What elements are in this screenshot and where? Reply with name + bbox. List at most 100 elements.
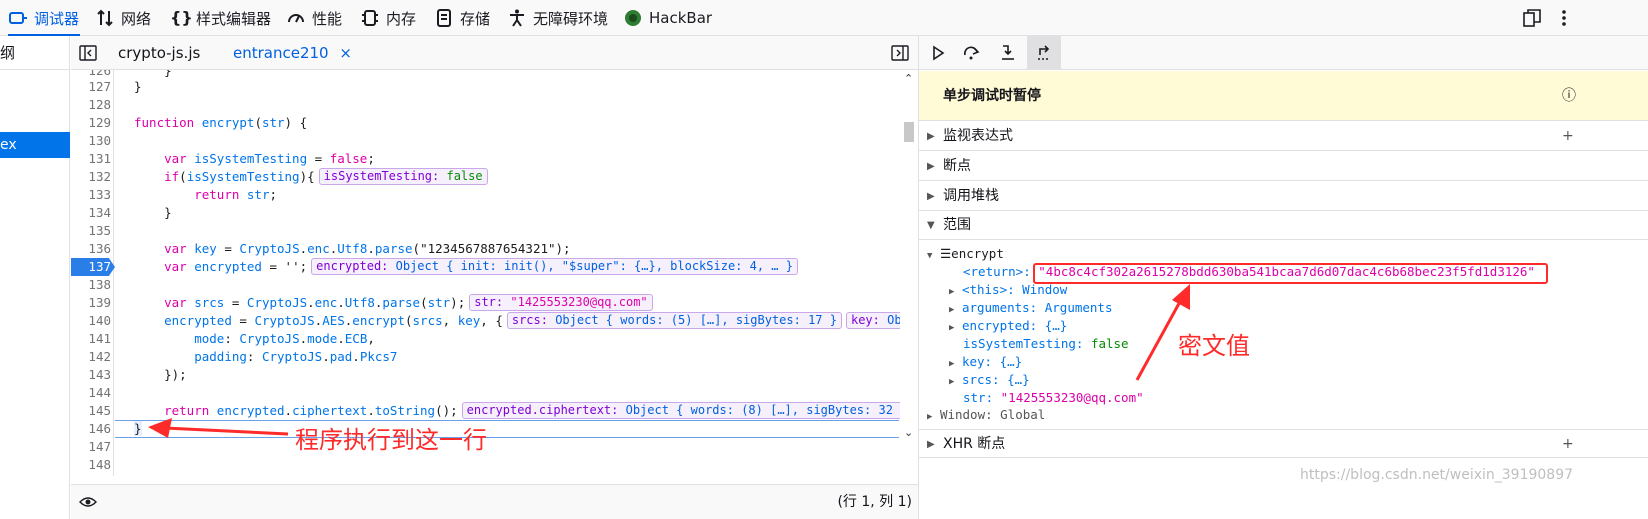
scope-item-key[interactable]: ▶ key: {…} [949,353,1022,373]
toggle-sources-icon[interactable] [79,44,97,66]
line-number: 142 [88,349,111,364]
scope-item-str[interactable]: str: "1425553230@qq.com" [963,389,1144,407]
code-line: 136 var key = CryptoJS.enc.Utf8.parse("1… [71,240,899,258]
code-text: var encrypted = ''; encrypted: Object { i… [134,258,798,276]
outline-selected-item[interactable]: ex [0,132,70,158]
scope-value: {…} [1044,318,1068,333]
vertical-scrollbar-thumb[interactable] [904,122,914,142]
tab-debugger[interactable]: 调试器 [8,0,80,36]
code-line-paused: var encrypted = ''; encrypted: Object { i… [71,258,899,276]
expand-icon: ▶ [927,191,935,202]
scroll-up-icon[interactable]: ⌃ [904,72,913,85]
add-xhr-breakpoint-icon[interactable]: + [1562,430,1574,459]
tab-hackbar[interactable]: HackBar [623,0,712,36]
scope-frame-encrypt[interactable]: ▼ ☰encrypt [927,245,1004,265]
step-in-button[interactable] [991,36,1025,70]
scope-global[interactable]: ▶ Window: Global [927,406,1045,426]
tab-style-editor[interactable]: {} 样式编辑器 [170,0,271,36]
line-number: 131 [88,151,111,166]
scope-key: <this>: [961,282,1015,297]
tab-crypto-js[interactable]: crypto-js.js [118,36,200,70]
scope-key: isSystemTesting: [963,336,1084,351]
performance-icon [286,8,306,28]
debugger-icon [8,8,28,28]
step-out-button[interactable] [1027,36,1061,70]
code-text: return str; [194,187,278,202]
toggle-debugger-pane-icon[interactable] [891,44,909,66]
tab-storage[interactable]: 存储 [434,0,490,36]
outline-panel: 纲 ex [0,36,70,519]
info-icon[interactable]: ⓘ [1562,71,1576,121]
tab-performance[interactable]: 性能 [286,0,342,36]
section-xhr-breakpoints[interactable]: ▶ XHR 断点 + [919,429,1648,458]
code-text: if(isSystemTesting){isSystemTesting: fal… [134,168,488,186]
scope-key: <return>: [963,264,1031,279]
scroll-down-icon[interactable]: ⌄ [904,426,913,439]
annotation-current-line: 程序执行到这一行 [295,426,487,454]
tab-label: crypto-js.js [118,44,201,62]
scope-value: {…} [999,354,1023,369]
code-line: 128 [71,96,899,114]
code-text: var srcs = CryptoJS.enc.Utf8.parse(str);… [134,294,653,312]
section-label: 调用堆栈 [943,188,999,204]
code-line: 134 } [71,204,899,222]
scope-value: {…} [1007,372,1030,387]
inline-preview[interactable]: str: "1425553230@qq.com" [469,294,653,311]
step-over-button[interactable] [955,36,989,70]
tab-accessibility[interactable]: 无障碍环境 [507,0,608,36]
eye-icon[interactable] [79,494,97,514]
annotation-ciphertext: 密文值 [1178,332,1250,360]
scope-value: Arguments [1044,300,1113,315]
code-text: mode: CryptoJS.mode.ECB, [194,331,375,346]
inline-preview[interactable]: isSystemTesting: false [318,168,488,185]
inline-preview[interactable]: srcs: Object { words: (5) […], sigBytes:… [506,312,842,329]
storage-icon [434,8,454,28]
inline-preview[interactable]: encrypted.ciphertext: Object { words: (8… [461,402,913,419]
scope-item-encrypted[interactable]: ▶ encrypted: {…} [949,317,1067,337]
line-number: 135 [88,223,111,238]
code-text: } [134,421,142,436]
add-watch-icon[interactable]: + [1562,122,1574,151]
section-scopes[interactable]: ▼ 范围 [919,211,1648,240]
collapse-icon: ▼ [927,251,933,261]
scope-item-srcs[interactable]: ▶ srcs: {…} [949,371,1030,391]
style-editor-icon: {} [170,8,193,27]
outline-header: 纲 [0,36,69,70]
section-breakpoints[interactable]: ▶ 断点 [919,152,1648,181]
scope-value: Window [1022,282,1068,297]
expand-icon: ▶ [927,439,935,450]
section-call-stack[interactable]: ▶ 调用堆栈 [919,182,1648,211]
inline-preview[interactable]: encrypted: Object { init: init(), "$supe… [311,258,798,275]
tab-memory[interactable]: 内存 [360,0,416,36]
line-number: 136 [88,241,111,256]
frame-name: ☰encrypt [939,246,1004,261]
scope-key: key: [961,354,993,369]
source-tabs: crypto-js.js entrance210 × [71,36,918,70]
resume-button[interactable] [921,36,955,70]
more-options-icon[interactable] [1560,8,1568,32]
dock-icon[interactable] [1522,8,1542,32]
tab-entrance210[interactable]: entrance210 × [233,36,352,70]
code-text: } [134,205,172,220]
code-line: 138 [71,276,899,294]
line-number: 127 [88,79,111,94]
tab-network[interactable]: 网络 [95,0,151,36]
section-watch-expressions[interactable]: ▶ 监视表达式 + [919,122,1648,151]
memory-icon [360,8,380,28]
section-label: 监视表达式 [943,128,1013,144]
code-editor[interactable]: 126 } 127} 128 129 function encrypt(str) … [71,70,918,476]
scope-item-issystemtesting[interactable]: isSystemTesting: false [963,335,1129,353]
code-line: 148 [71,456,899,474]
vertical-scrollbar[interactable]: ⌃ ⌄ [900,70,918,476]
tab-label: entrance210 [233,44,329,62]
editor-status-bar: (行 1, 列 1) [71,484,918,519]
line-number: 145 [88,403,111,418]
expand-icon: ▶ [949,359,955,369]
scope-item-this[interactable]: ▶ <this>: Window [949,281,1067,301]
code-line: 131 var isSystemTesting = false; [71,150,899,168]
close-tab-icon[interactable]: × [339,44,352,62]
code-text: padding: CryptoJS.pad.Pkcs7 [194,349,398,364]
code-line: 135 [71,222,899,240]
line-number: 138 [88,277,111,292]
scope-item-arguments[interactable]: ▶ arguments: Arguments [949,299,1112,319]
